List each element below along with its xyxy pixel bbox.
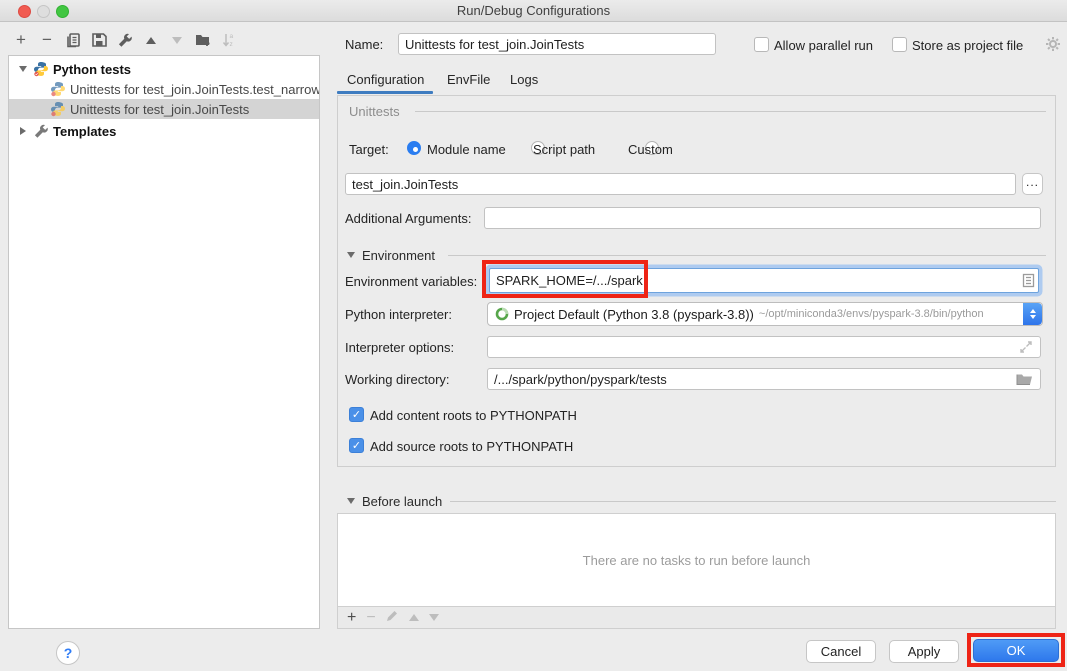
tab-configuration[interactable]: Configuration [347,72,424,87]
move-task-up-icon [409,614,419,621]
svg-text:z: z [230,41,233,48]
environment-collapse-icon[interactable] [347,252,355,258]
target-input[interactable] [345,173,1016,195]
target-module-name-radio[interactable] [407,141,421,155]
allow-parallel-run-label: Allow parallel run [774,38,873,53]
ok-button[interactable]: OK [973,639,1059,662]
configurations-toolbar: + − az [12,31,238,49]
python-tests-icon [33,61,49,77]
tree-item-unittests-narrow[interactable]: Unittests for test_join.JoinTests.test_n… [9,79,319,99]
move-up-icon[interactable] [142,31,160,49]
name-input[interactable] [398,33,716,55]
tree-item-unittests-jointests-selected[interactable]: Unittests for test_join.JoinTests [9,99,319,119]
name-label: Name: [345,37,383,52]
copy-icon[interactable] [64,31,82,49]
python-interpreter-path: ~/opt/miniconda3/envs/pyspark-3.8/bin/py… [759,308,984,320]
browse-target-button[interactable]: ... [1022,173,1043,195]
additional-arguments-label: Additional Arguments: [345,211,471,226]
templates-wrench-icon [33,123,49,139]
expand-field-icon[interactable] [1019,340,1033,359]
environment-variables-label: Environment variables: [345,274,477,289]
before-launch-empty-text: There are no tasks to run before launch [583,553,811,568]
add-content-roots-checkbox[interactable]: ✓ [349,407,364,422]
dropdown-chevrons-icon[interactable] [1023,303,1042,325]
working-directory-label: Working directory: [345,372,450,387]
window-title: Run/Debug Configurations [0,3,1067,18]
move-task-down-icon [429,614,439,621]
target-custom-label: Custom [628,142,673,157]
before-launch-task-list[interactable]: There are no tasks to run before launch [337,513,1056,607]
add-source-roots-checkbox[interactable]: ✓ [349,438,364,453]
unittests-group-title: Unittests [349,104,400,119]
tree-item-label: Unittests for test_join.JoinTests.test_n… [70,82,320,97]
cancel-button[interactable]: Cancel [806,640,876,663]
remove-task-icon: − [366,610,375,626]
target-module-name-label: Module name [427,142,506,157]
tree-item-label: Templates [53,124,116,139]
svg-text:a: a [230,33,234,40]
environment-section-line [448,255,1046,256]
target-script-path-label: Script path [533,142,595,157]
apply-button[interactable]: Apply [889,640,959,663]
new-folder-icon[interactable] [194,31,212,49]
tab-logs[interactable]: Logs [510,72,538,87]
add-task-icon[interactable]: + [347,610,356,626]
tree-item-templates[interactable]: Templates [9,121,319,141]
python-interpreter-select[interactable]: Project Default (Python 3.8 (pyspark-3.8… [487,302,1043,326]
interpreter-options-input[interactable] [487,336,1041,358]
move-down-icon[interactable] [168,31,186,49]
chevron-down-icon[interactable] [19,66,27,72]
save-icon[interactable] [90,31,108,49]
interpreter-options-label: Interpreter options: [345,340,454,355]
edit-variables-icon[interactable] [1021,273,1036,293]
before-launch-line [450,501,1056,502]
working-directory-input[interactable] [487,368,1041,390]
browse-folder-icon[interactable] [1016,371,1033,391]
unittests-group-line [415,111,1046,112]
window-titlebar: Run/Debug Configurations [0,0,1067,22]
add-source-roots-label: Add source roots to PYTHONPATH [370,439,573,454]
python-test-icon [50,81,66,97]
target-label: Target: [349,142,389,157]
store-as-project-file-checkbox[interactable] [892,37,907,52]
environment-variables-value: SPARK_HOME=/.../spark [496,273,643,288]
sort-alphabetically-icon: az [220,31,238,49]
run-configurations-tree: Python tests Unittests for test_join.Joi… [8,55,320,629]
before-launch-title: Before launch [362,494,442,509]
active-tab-underline [337,91,433,94]
tab-envfile[interactable]: EnvFile [447,72,490,87]
python-interpreter-label: Python interpreter: [345,307,452,322]
add-icon[interactable]: + [12,31,30,49]
before-launch-toolbar: + − [337,607,1056,629]
tree-item-python-tests[interactable]: Python tests [9,59,319,79]
gear-icon[interactable] [1045,36,1061,57]
tree-item-label: Unittests for test_join.JoinTests [70,102,249,117]
python-interpreter-value: Project Default (Python 3.8 (pyspark-3.8… [514,307,754,322]
environment-variables-input[interactable]: SPARK_HOME=/.../spark [489,268,1039,293]
additional-arguments-input[interactable] [484,207,1041,229]
edit-task-pencil-icon [386,609,399,627]
add-content-roots-label: Add content roots to PYTHONPATH [370,408,577,423]
conda-env-icon [495,307,509,321]
remove-icon[interactable]: − [38,31,56,49]
help-button[interactable]: ? [56,641,80,665]
tree-item-label: Python tests [53,62,131,77]
store-as-project-file-label: Store as project file [912,38,1023,53]
help-question-icon: ? [64,645,73,661]
environment-section-title: Environment [362,248,435,263]
chevron-right-icon[interactable] [20,127,26,135]
python-test-icon [50,101,66,117]
before-launch-collapse-icon[interactable] [347,498,355,504]
allow-parallel-run-checkbox[interactable] [754,37,769,52]
edit-templates-wrench-icon[interactable] [116,31,134,49]
